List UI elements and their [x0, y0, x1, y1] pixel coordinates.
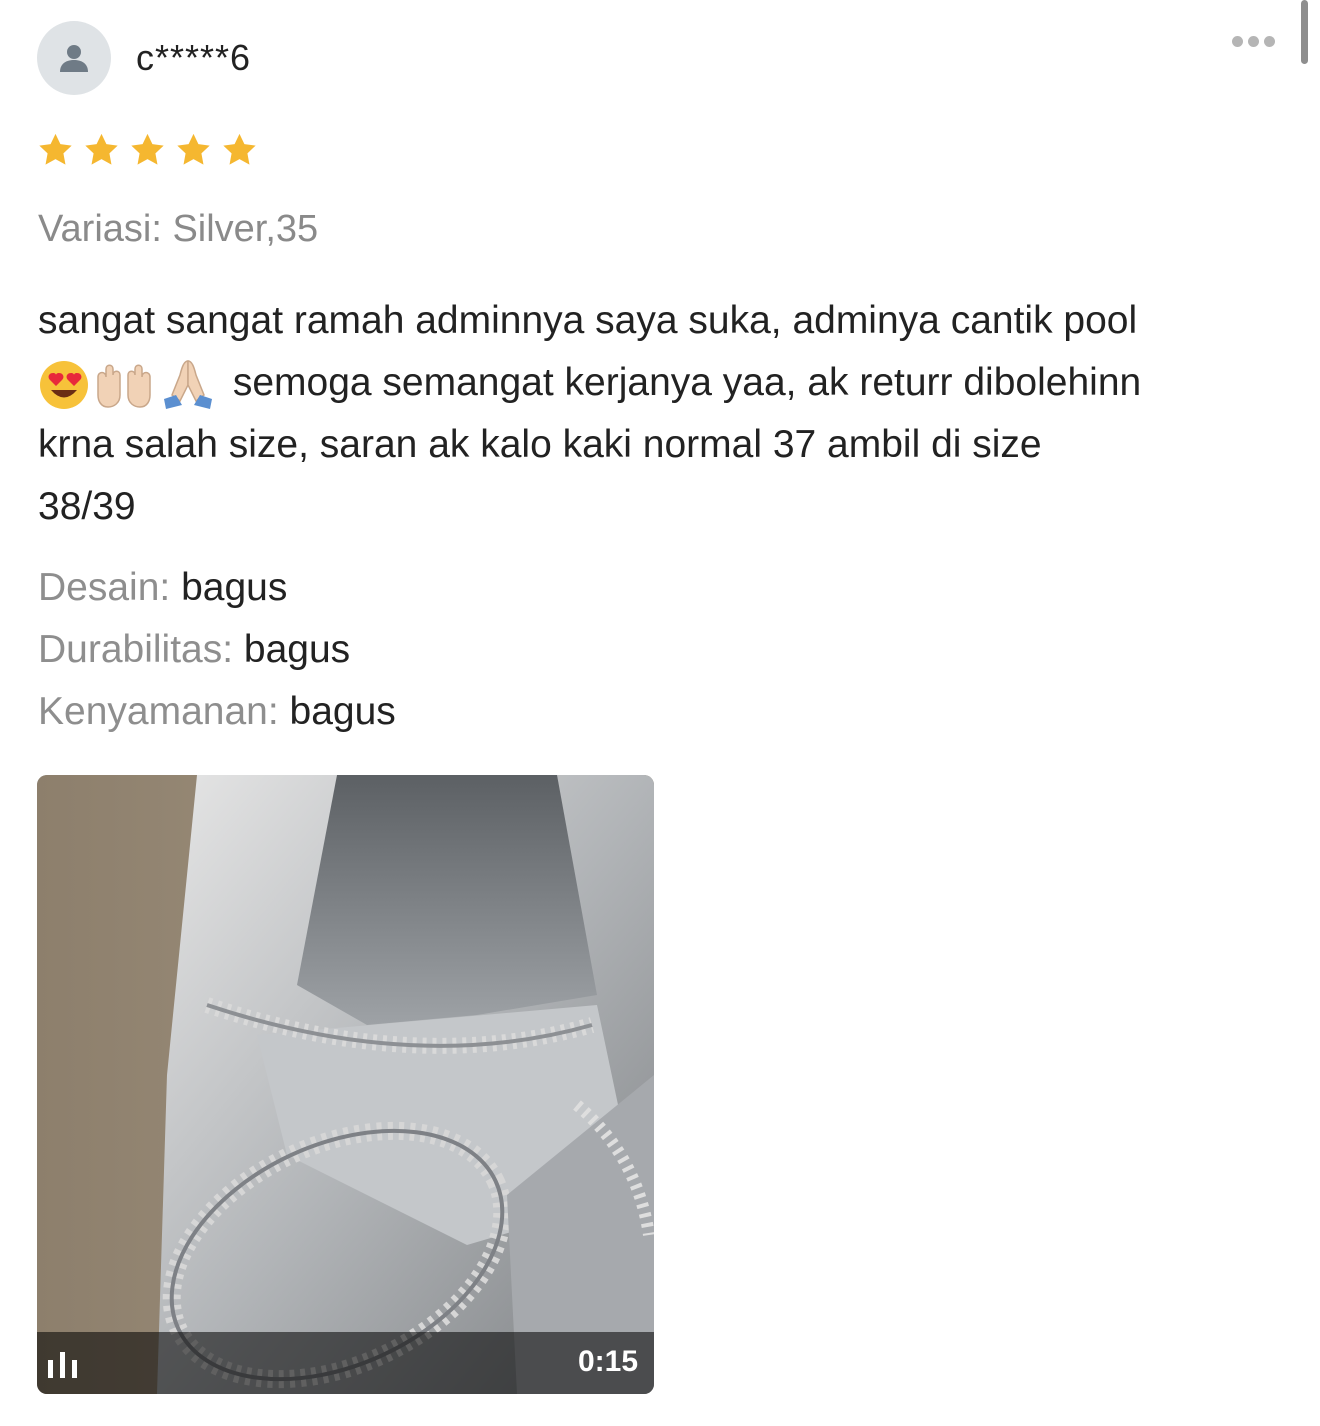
comment-line: sangat sangat ramah adminnya saya suka, … [38, 299, 1138, 342]
scrollbar[interactable] [1301, 0, 1308, 64]
comment-line: krna salah size, saran ak kalo kaki norm… [38, 423, 1042, 466]
attribute-key: Durabilitas: [38, 628, 234, 671]
attribute-value: bagus [243, 628, 351, 671]
open-hands-emoji [97, 364, 151, 408]
attribute-row: Desain: bagus [38, 557, 396, 619]
comment-text: semoga semangat kerjanya yaa, ak returr … [232, 361, 1142, 404]
video-duration: 0:15 [577, 1345, 638, 1378]
reviewer-name: c*****6 [136, 37, 252, 78]
attribute-key: Kenyamanan: [38, 690, 279, 733]
more-dots-icon[interactable] [1232, 36, 1275, 47]
variation-label: Variasi: Silver,35 [38, 208, 319, 250]
attribute-value: bagus [181, 566, 288, 609]
attribute-key: Desain: [38, 566, 171, 609]
review-attributes: Desain: bagus Durabilitas: bagus Kenyama… [38, 557, 396, 743]
attribute-value: bagus [289, 690, 396, 733]
review-comment: sangat sangat ramah adminnya saya suka, … [38, 290, 1288, 538]
video-info-bar: 0:15 [37, 1332, 654, 1394]
star-icon [174, 131, 213, 169]
comment-line-with-emoji: semoga semangat kerjanya yaa, ak returr … [38, 352, 1288, 414]
review-header: c*****6 [37, 21, 251, 95]
video-thumbnail-image [37, 775, 654, 1394]
attribute-row: Durabilitas: bagus [38, 619, 396, 681]
user-icon [60, 45, 88, 72]
attribute-row: Kenyamanan: bagus [38, 681, 396, 743]
star-icon [128, 131, 167, 169]
review-video-thumbnail[interactable]: 0:15 [37, 775, 654, 1394]
avatar[interactable] [37, 21, 111, 95]
review-card: c*****6 Variasi: Silver,35 sangat sangat… [0, 0, 1320, 1426]
star-icon [36, 131, 75, 169]
star-icon [82, 131, 121, 169]
more-dot [1232, 36, 1243, 47]
heart-eyes-emoji [40, 360, 88, 409]
folded-hands-emoji [164, 359, 212, 409]
star-rating [36, 131, 259, 169]
comment-line: 38/39 [38, 485, 136, 528]
more-dot [1264, 36, 1275, 47]
more-dot [1248, 36, 1259, 47]
star-icon [220, 131, 259, 169]
video-icon [48, 1352, 77, 1378]
